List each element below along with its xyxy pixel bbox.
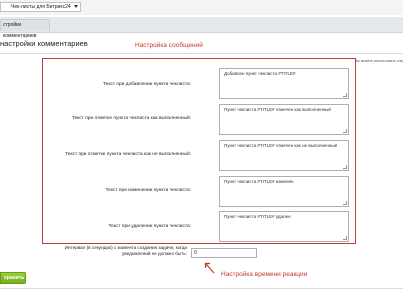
tab-label: стройки комментариев [3, 22, 37, 39]
field-label-add: Текст при добавлении пункта чеклиста: [103, 82, 191, 87]
textarea-delete[interactable]: Пункт чеклиста #TITLE# удален [219, 211, 349, 242]
chevron-down-icon [74, 5, 78, 8]
resize-grip-icon[interactable] [343, 201, 347, 205]
interval-value: 0 [194, 250, 197, 256]
resize-grip-icon[interactable] [343, 236, 347, 240]
module-select[interactable]: Чек-листы для Битрикс24 [0, 2, 81, 12]
resize-grip-icon[interactable] [343, 93, 347, 97]
top-bar: Чек-листы для Битрикс24 [0, 0, 403, 15]
field-label-done: Текст при отметке пункта чеклиста как вы… [71, 116, 191, 121]
textarea-undone-value: Пункт чеклиста #TITLE# отмечен как не вы… [224, 143, 338, 148]
field-label-edit: Текст при изменении пункта чеклиста: [105, 188, 191, 193]
bottom-divider [0, 288, 403, 289]
field-label-undone: Текст при отметке пункта чеклиста как не… [65, 152, 191, 157]
module-select-value: Чек-листы для Битрикс24 [11, 4, 71, 10]
interval-label: Интервал (в секундах) с момента создания… [64, 245, 187, 256]
textarea-delete-value: Пункт чеклиста #TITLE# удален [224, 214, 291, 219]
resize-grip-icon[interactable] [343, 129, 347, 133]
tab-bar: стройки комментариев [0, 17, 403, 39]
interval-input[interactable]: 0 [191, 248, 257, 258]
textarea-edit-value: Пункт чеклиста #TITLE# изменён [224, 179, 294, 184]
textarea-done-value: Пункт чеклиста #TITLE# отмечен как выпол… [224, 107, 331, 112]
tab-comment-settings[interactable]: стройки комментариев [0, 19, 50, 39]
section-title: настройки комментариев [0, 39, 88, 48]
textarea-add-value: Добавлен пункт чеклиста #TITLE# [224, 71, 296, 76]
annotation-arrow-icon [204, 262, 215, 274]
annotation-reaction-time: Настройка времени реакции [221, 271, 308, 278]
resize-grip-icon[interactable] [343, 165, 347, 169]
textarea-done[interactable]: Пункт чеклиста #TITLE# отмечен как выпол… [219, 104, 349, 135]
textarea-undone[interactable]: Пункт чеклиста #TITLE# отмечен как не вы… [219, 140, 349, 171]
field-label-delete: Текст при удалении пункта чеклиста: [108, 224, 191, 229]
textarea-add[interactable]: Добавлен пункт чеклиста #TITLE# [219, 68, 349, 99]
textarea-edit[interactable]: Пункт чеклиста #TITLE# изменён [219, 176, 349, 207]
divider [0, 53, 403, 54]
save-button[interactable]: хранить [0, 272, 26, 284]
annotation-messages: Настройка сообщений [135, 42, 203, 49]
variables-note: Вы можете использовать следующие пе [355, 59, 403, 63]
